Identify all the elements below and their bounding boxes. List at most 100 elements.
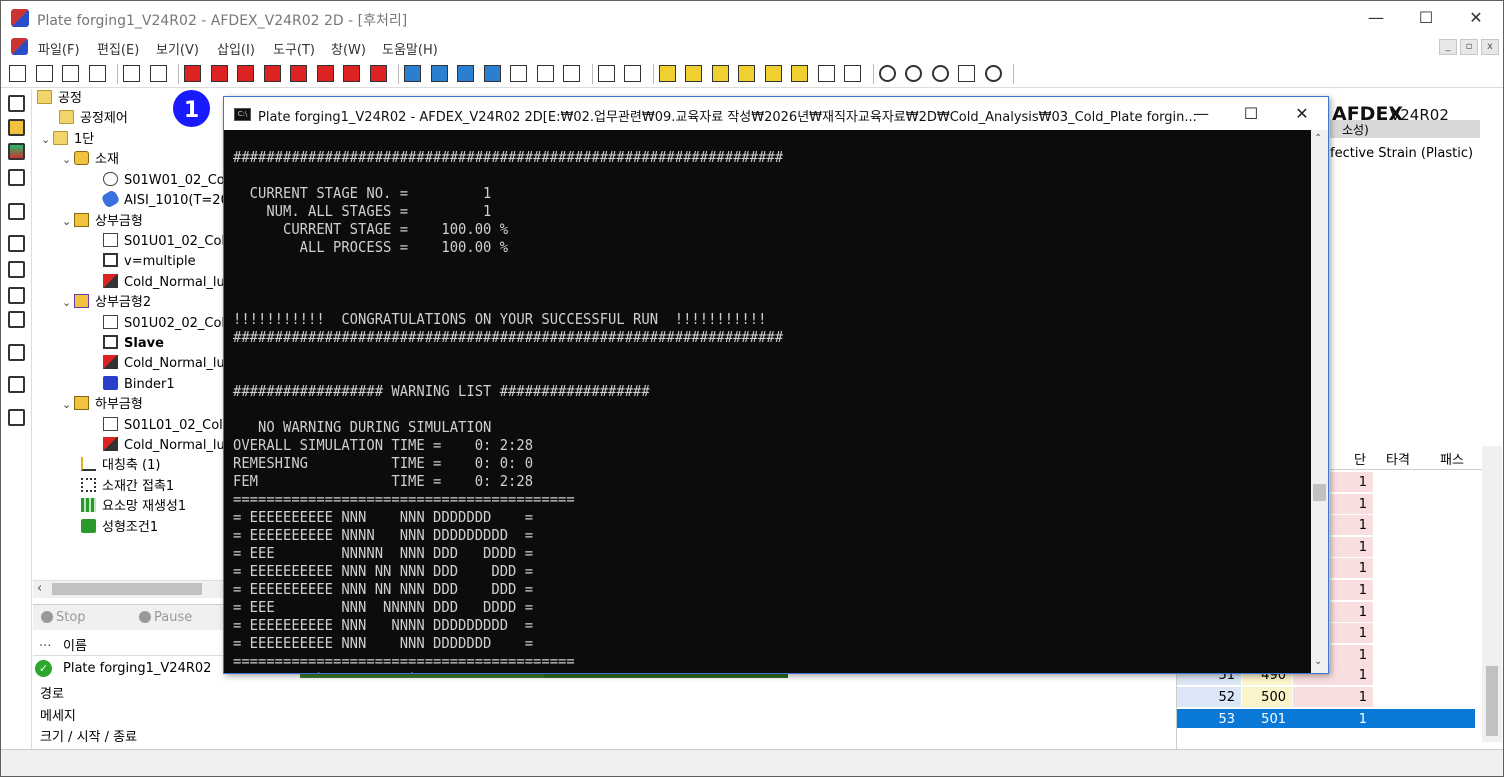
zoom-window-icon[interactable] bbox=[984, 65, 1002, 82]
palette-icon[interactable] bbox=[624, 65, 641, 82]
expand-icon[interactable]: ⌄ bbox=[62, 395, 74, 415]
menu-insert[interactable]: 삽입(I) bbox=[217, 39, 255, 58]
chart-icon[interactable] bbox=[8, 344, 25, 361]
mesh-view1-icon[interactable] bbox=[404, 65, 421, 82]
grid-scroll-thumb[interactable] bbox=[1486, 666, 1498, 736]
measure-icon[interactable] bbox=[8, 311, 25, 328]
grid-cell-stage[interactable]: 1 bbox=[1293, 687, 1373, 708]
grid-cell-no[interactable]: 52 bbox=[1177, 687, 1241, 708]
console-title-bar[interactable]: C:\ Plate forging1_V24R02 - AFDEX_V24R02… bbox=[224, 97, 1328, 130]
expand-icon[interactable]: ⌄ bbox=[41, 130, 53, 150]
tree-node-lower-die[interactable]: ⌄ 하부금형 bbox=[62, 395, 143, 415]
die-view5-icon[interactable] bbox=[290, 65, 307, 82]
grid-cell-step[interactable]: 500 bbox=[1242, 687, 1292, 708]
grid-cell-stage[interactable]: 1 bbox=[1330, 580, 1373, 601]
job-col-status[interactable]: ... bbox=[39, 635, 51, 650]
monitor-icon[interactable] bbox=[8, 143, 25, 160]
tree-node-remesh[interactable]: 요소망 재생성1 bbox=[81, 497, 186, 517]
tree-node-upper-die2[interactable]: ⌄ 상부금형2 bbox=[62, 293, 151, 313]
grid-cell-stage[interactable]: 1 bbox=[1330, 472, 1373, 493]
die-view2-icon[interactable] bbox=[210, 65, 228, 82]
cube2-icon[interactable] bbox=[685, 65, 702, 82]
grid-col-pass[interactable]: 패스 bbox=[1440, 449, 1464, 468]
menu-window[interactable]: 창(W) bbox=[331, 39, 366, 58]
tree-node-lower-friction[interactable]: Cold_Normal_lu bbox=[103, 436, 223, 456]
console-window[interactable]: C:\ Plate forging1_V24R02 - AFDEX_V24R02… bbox=[223, 96, 1329, 674]
cube1-icon[interactable] bbox=[658, 65, 676, 82]
scroll-down-icon[interactable]: ⌄ bbox=[1314, 656, 1322, 667]
rotate-icon[interactable] bbox=[817, 65, 835, 82]
hierarchy-icon[interactable] bbox=[8, 261, 25, 278]
tree-node-contact[interactable]: 소재간 접촉1 bbox=[81, 477, 174, 497]
die-view7-icon[interactable] bbox=[343, 65, 360, 82]
cycle-icon[interactable] bbox=[536, 65, 554, 82]
die-view1-icon[interactable] bbox=[184, 65, 201, 82]
box-icon[interactable] bbox=[844, 65, 861, 82]
tree-scroll-thumb[interactable] bbox=[52, 583, 202, 595]
tree-node-upper-velocity[interactable]: v=multiple bbox=[103, 252, 196, 272]
scroll-left-icon[interactable]: ‹ bbox=[37, 581, 42, 596]
screen-icon[interactable] bbox=[8, 203, 25, 220]
job-col-name[interactable]: 이름 bbox=[63, 635, 87, 654]
menu-help[interactable]: 도움말(H) bbox=[382, 39, 438, 58]
die-view6-icon[interactable] bbox=[316, 65, 334, 82]
console-minimize-button[interactable]: — bbox=[1176, 97, 1226, 130]
camera-icon[interactable] bbox=[597, 65, 615, 82]
tree-node-upper-friction[interactable]: Cold_Normal_lu bbox=[103, 273, 223, 293]
cube5-icon[interactable] bbox=[764, 65, 782, 82]
menu-file[interactable]: 파일(F) bbox=[38, 39, 80, 58]
refresh-icon[interactable] bbox=[510, 65, 527, 82]
expand-icon[interactable]: ⌄ bbox=[62, 212, 74, 232]
mdi-restore-button[interactable]: ▫ bbox=[1460, 39, 1478, 55]
save-icon[interactable] bbox=[88, 65, 106, 82]
tree-node-upper-die[interactable]: ⌄ 상부금형 bbox=[62, 212, 143, 232]
tree-node-material-shape[interactable]: S01W01_02_Col bbox=[103, 171, 223, 191]
tree-node-stage1[interactable]: ⌄ 1단 bbox=[41, 130, 94, 150]
grid-cell-stage[interactable]: 1 bbox=[1330, 515, 1373, 537]
grid-cell-stage[interactable]: 1 bbox=[1330, 601, 1373, 623]
tree-node-root[interactable]: 공정 bbox=[37, 89, 82, 109]
menu-edit[interactable]: 편집(E) bbox=[97, 39, 139, 58]
pan-icon[interactable] bbox=[958, 65, 975, 82]
tree-node-upper2-friction[interactable]: Cold_Normal_lu bbox=[103, 354, 223, 374]
grid-cell-stage[interactable]: 1 bbox=[1330, 644, 1373, 666]
grid-cell-stage[interactable]: 1 bbox=[1330, 623, 1373, 645]
expand-icon[interactable]: ⌄ bbox=[62, 293, 74, 313]
grid-vertical-scrollbar[interactable] bbox=[1482, 446, 1502, 742]
tree-view-icon[interactable] bbox=[8, 95, 25, 112]
mesh-view4-icon[interactable] bbox=[483, 65, 501, 82]
console-scrollbar[interactable]: ⌃ ⌄ bbox=[1311, 130, 1328, 673]
grid-cell-stage[interactable]: 1 bbox=[1293, 709, 1373, 730]
grid-cell-stage[interactable]: 1 bbox=[1330, 558, 1373, 580]
console-close-button[interactable]: ✕ bbox=[1277, 97, 1327, 130]
zoom-out-icon[interactable] bbox=[878, 65, 896, 82]
pause-button[interactable]: Pause bbox=[139, 610, 192, 625]
display-icon[interactable] bbox=[8, 169, 25, 186]
grid-cell-no[interactable]: 53 bbox=[1177, 709, 1241, 730]
zoom-in-icon[interactable] bbox=[905, 65, 922, 82]
zoom-fit-icon[interactable] bbox=[931, 65, 949, 82]
mesh-view2-icon[interactable] bbox=[430, 65, 448, 82]
die-view8-icon[interactable] bbox=[369, 65, 387, 82]
tree-node-binder[interactable]: Binder1 bbox=[103, 375, 175, 395]
wrench-icon[interactable] bbox=[563, 65, 580, 82]
cube4-icon[interactable] bbox=[738, 65, 755, 82]
document-icon[interactable] bbox=[11, 38, 28, 55]
cube6-icon[interactable] bbox=[791, 65, 808, 82]
tree-node-material[interactable]: ⌄ 소재 bbox=[62, 150, 119, 170]
tree-node-material-property[interactable]: AISI_1010(T=20 bbox=[100, 189, 223, 211]
mdi-close-button[interactable]: x bbox=[1481, 39, 1499, 55]
new-file-icon[interactable] bbox=[9, 65, 26, 82]
tree-node-symmetry[interactable]: 대칭축 (1) bbox=[81, 456, 160, 476]
grid-col-blow[interactable]: 타격 bbox=[1386, 449, 1410, 468]
console-scroll-thumb[interactable] bbox=[1313, 484, 1326, 501]
tree-node-slave[interactable]: Slave bbox=[103, 334, 164, 354]
tree-node-forming[interactable]: 성형조건1 bbox=[81, 518, 158, 538]
minimize-button[interactable]: — bbox=[1351, 1, 1401, 35]
open-icon[interactable] bbox=[62, 65, 79, 82]
maximize-button[interactable]: ☐ bbox=[1401, 1, 1451, 35]
console-output[interactable]: ########################################… bbox=[224, 130, 1310, 673]
menu-view[interactable]: 보기(V) bbox=[156, 39, 199, 58]
die-view3-icon[interactable] bbox=[237, 65, 254, 82]
grid-cell-step[interactable]: 501 bbox=[1242, 709, 1292, 730]
